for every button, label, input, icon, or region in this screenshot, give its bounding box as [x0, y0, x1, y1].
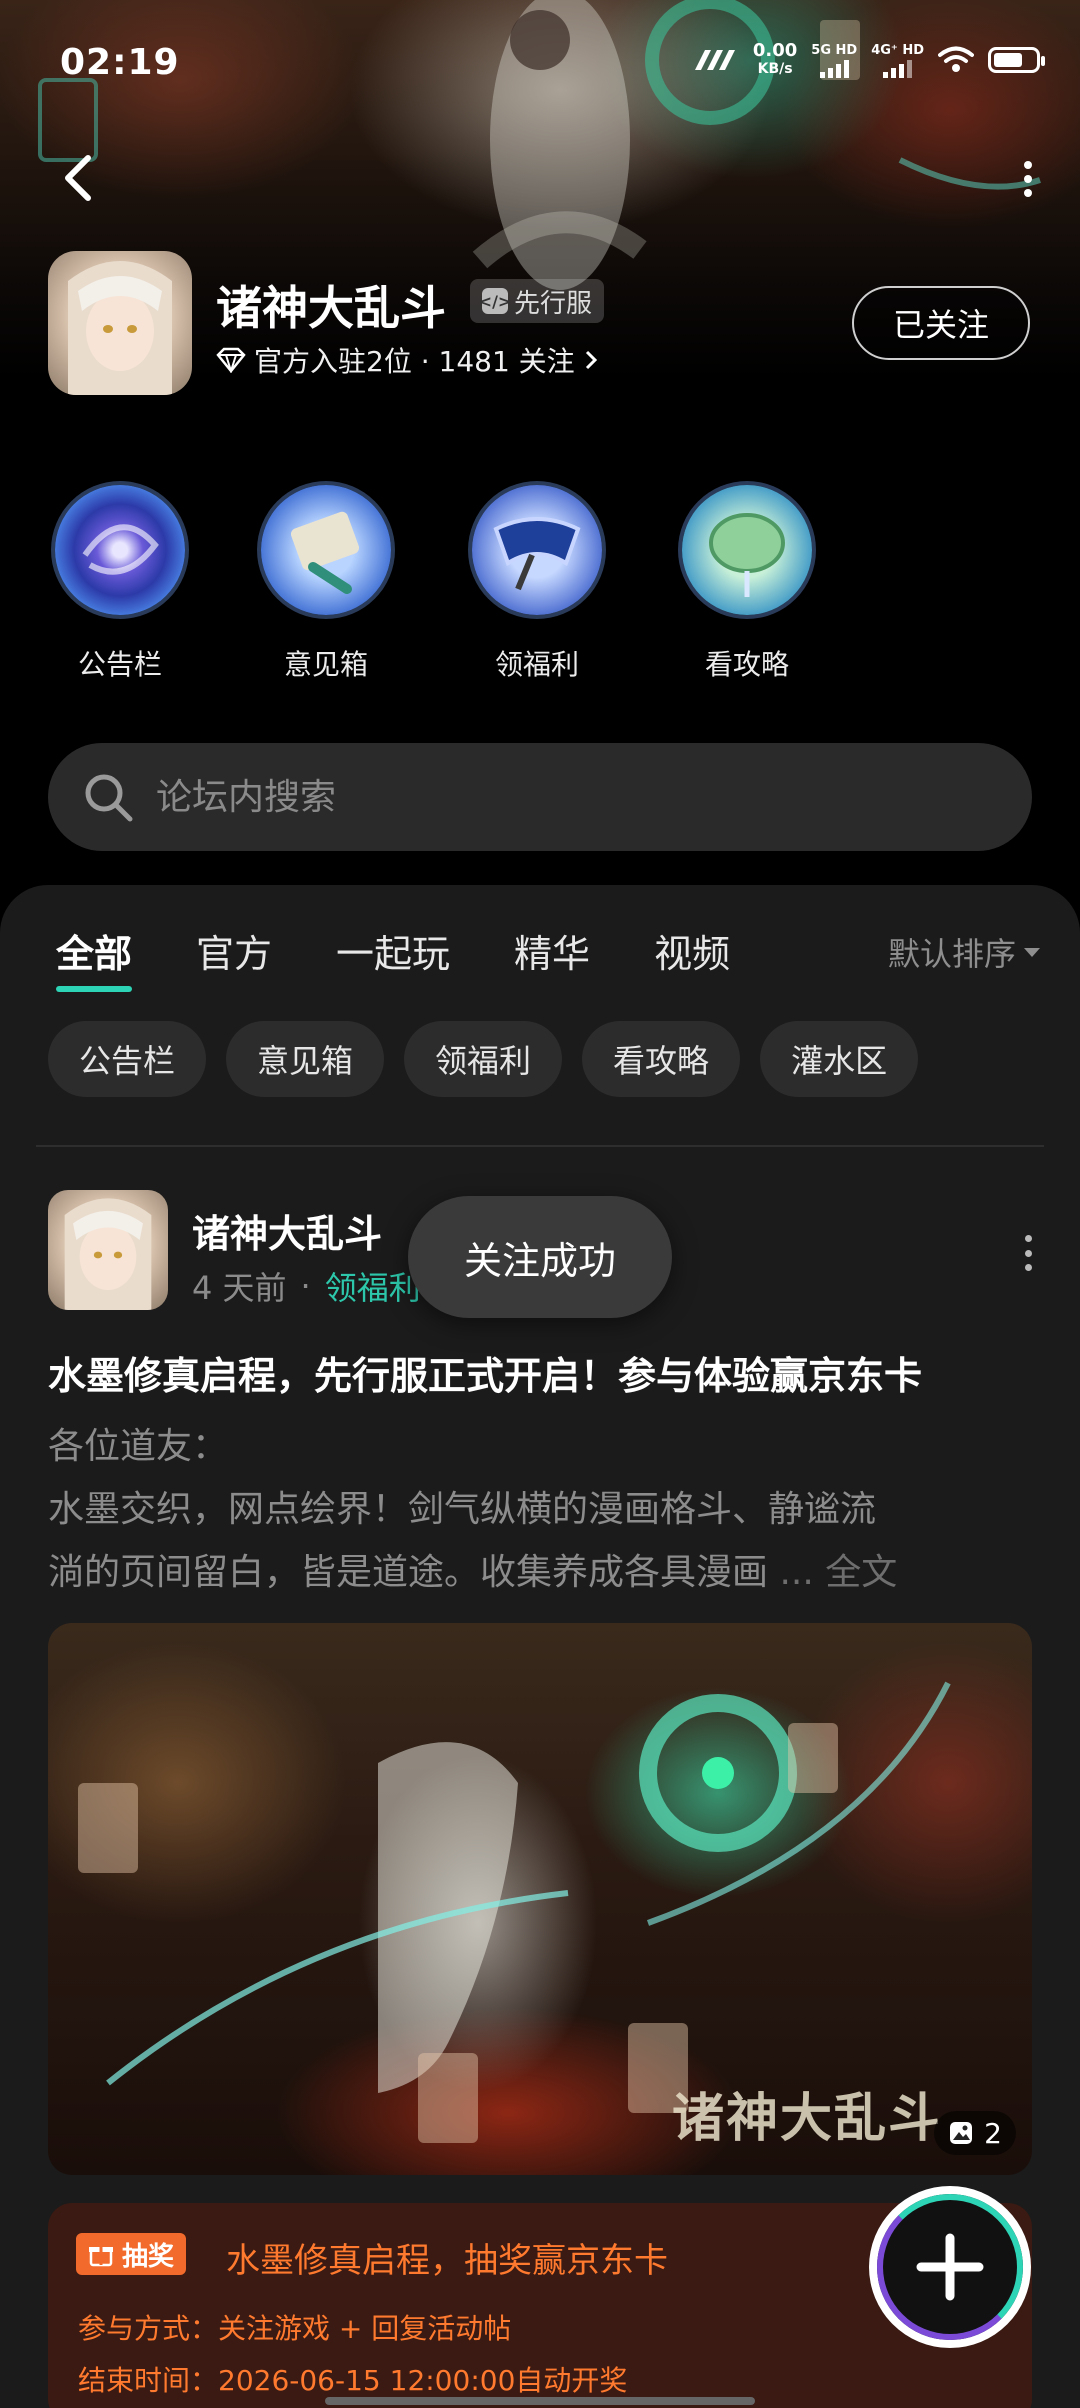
- back-button[interactable]: [52, 148, 112, 208]
- battery-icon: [988, 47, 1045, 73]
- signal-bars-icon: [819, 59, 849, 78]
- sim1-signal: 5G HD: [811, 43, 857, 78]
- galaxy-orb-icon: [55, 485, 185, 615]
- forum-content-sheet: 全部 官方 一起玩 精华 视频 默认排序 公告栏 意见箱 领福利 看攻略 灌水区…: [0, 885, 1080, 2408]
- search-input[interactable]: [156, 776, 916, 818]
- read-full-link[interactable]: ... 全文: [768, 1552, 897, 1593]
- post-meta: 4 天前 · 领福利: [192, 1263, 421, 1309]
- server-badge-icon: </>: [479, 288, 511, 314]
- avatar[interactable]: [48, 1190, 168, 1310]
- image-watermark: 诸神大乱斗: [671, 2088, 942, 2149]
- chip-chat[interactable]: 灌水区: [760, 1021, 919, 1097]
- divider: [36, 1145, 1044, 1147]
- game-title: 诸神大乱斗: [216, 281, 446, 335]
- chevron-right-icon: [585, 350, 597, 370]
- jade-orb-icon: [682, 485, 812, 615]
- scroll-orb-icon: [261, 485, 391, 615]
- tab-play-together[interactable]: 一起玩: [336, 923, 450, 978]
- post-image[interactable]: 诸神大乱斗 2: [48, 1623, 1032, 2175]
- post-time: 4 天前: [192, 1269, 287, 1307]
- forum-tabs: 全部 官方 一起玩 精华 视频: [56, 923, 794, 992]
- diamond-icon: [216, 347, 246, 373]
- network-speed: 0.00 KB/s: [752, 40, 798, 78]
- lottery-badge: 抽奖: [76, 2233, 187, 2275]
- chip-announcement[interactable]: 公告栏: [48, 1021, 207, 1097]
- post-category-tag[interactable]: 领福利: [325, 1263, 421, 1309]
- wifi-icon: [938, 46, 974, 72]
- forum-search-bar[interactable]: [48, 743, 1032, 851]
- tab-featured[interactable]: 精华: [514, 923, 590, 978]
- more-options-button[interactable]: [1016, 155, 1040, 203]
- quick-link-announcement[interactable]: 公告栏: [50, 485, 190, 683]
- tab-official[interactable]: 官方: [196, 923, 272, 978]
- lottery-title: 水墨修真启程，抽奖赢京东卡: [226, 2241, 668, 2281]
- game-icon: [48, 251, 192, 395]
- tab-video[interactable]: 视频: [654, 923, 730, 978]
- status-bar: 02:19 0.00 KB/s 5G HD 4G⁺ HD: [0, 0, 1080, 120]
- quick-link-feedback[interactable]: 意见箱: [256, 485, 396, 683]
- post-author[interactable]: 诸神大乱斗: [192, 1203, 382, 1258]
- sim2-signal: 4G⁺ HD: [871, 43, 924, 78]
- server-badge: </> 先行服: [470, 279, 605, 323]
- post-more-button[interactable]: [1020, 1235, 1036, 1271]
- sort-dropdown[interactable]: 默认排序: [888, 929, 1040, 975]
- chip-guides[interactable]: 看攻略: [582, 1021, 741, 1097]
- caret-down-icon: [1024, 947, 1040, 957]
- follow-button[interactable]: 已关注: [852, 286, 1030, 360]
- toast-follow-success: 关注成功: [408, 1196, 672, 1318]
- signal-bars-icon: [883, 59, 913, 78]
- speed-logo-icon: [694, 50, 735, 70]
- gift-box-icon: [89, 2247, 113, 2267]
- lottery-method: 参与方式：关注游戏 + 回复活动帖: [78, 2312, 512, 2345]
- chip-feedback[interactable]: 意见箱: [226, 1021, 385, 1097]
- tab-all[interactable]: 全部: [56, 923, 133, 992]
- game-hero-banner: 02:19 0.00 KB/s 5G HD 4G⁺ HD 诸神大乱斗 </> 先…: [0, 0, 1080, 880]
- post-body[interactable]: 各位道友： 水墨交织，网点绘界！剑气纵横的漫画格斗、静谧流 淌的页间留白，皆是道…: [48, 1415, 1038, 1604]
- lottery-end-time: 结束时间：2026-06-15 12:00:00自动开奖: [78, 2364, 628, 2397]
- plus-icon: [916, 2233, 984, 2301]
- gallery-icon: [950, 2122, 973, 2144]
- quick-link-guides[interactable]: 看攻略: [677, 485, 817, 683]
- status-time: 02:19: [60, 42, 180, 83]
- official-stats-link[interactable]: 官方入驻2位 · 1481 关注: [216, 340, 599, 380]
- gift-orb-icon: [472, 485, 602, 615]
- chevron-left-icon: [65, 155, 91, 201]
- image-count-badge: 2: [934, 2111, 1016, 2155]
- quick-link-welfare[interactable]: 领福利: [467, 485, 607, 683]
- create-post-button[interactable]: [869, 2186, 1031, 2348]
- home-indicator[interactable]: [325, 2397, 755, 2405]
- post-title[interactable]: 水墨修真启程，先行服正式开启！参与体验赢京东卡: [48, 1345, 922, 1400]
- category-chips: 公告栏 意见箱 领福利 看攻略 灌水区: [48, 1021, 919, 1097]
- chip-welfare[interactable]: 领福利: [404, 1021, 563, 1097]
- search-icon: [85, 774, 133, 822]
